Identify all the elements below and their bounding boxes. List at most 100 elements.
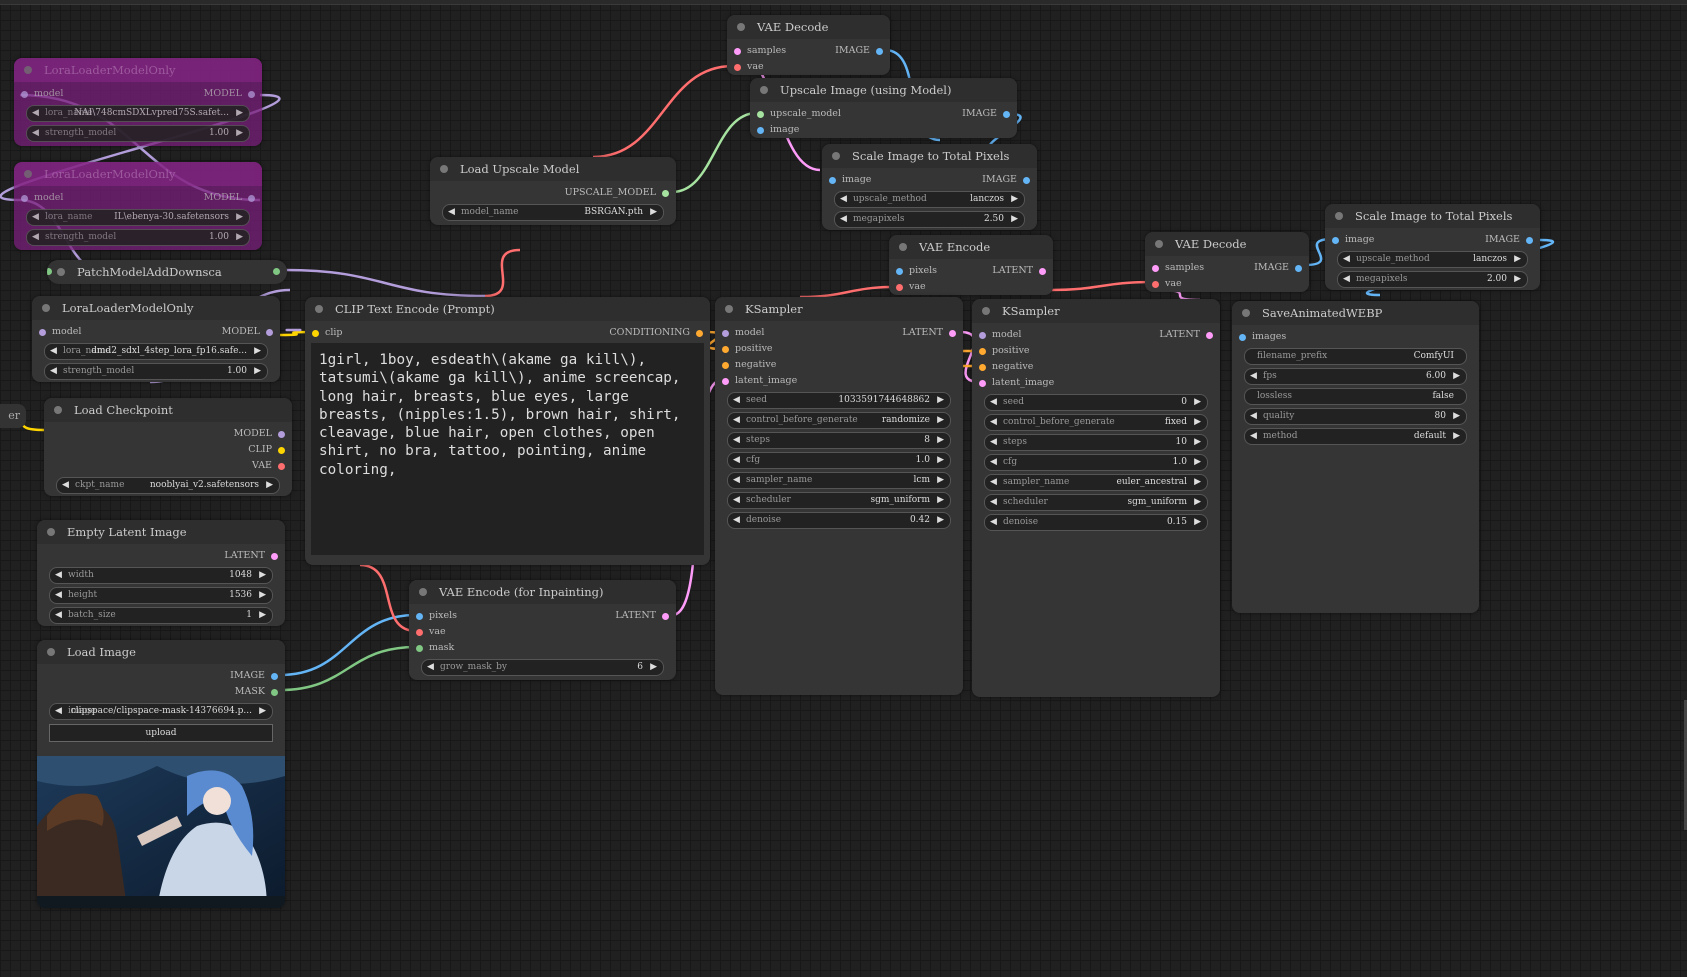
decrement-arrow-icon[interactable]: ◀ (32, 126, 39, 141)
input-socket-image[interactable] (829, 177, 836, 184)
node-upimg[interactable]: Upscale Image (using Model) upscale_model… (750, 78, 1017, 138)
output-socket-conditioning[interactable] (696, 330, 703, 337)
input-socket-model[interactable] (979, 332, 986, 339)
collapse-toggle-icon[interactable] (57, 268, 65, 276)
widget-denoise[interactable]: ◀ ▶ denoise 0.15 (984, 514, 1208, 531)
increment-arrow-icon[interactable]: ▶ (259, 608, 266, 623)
input-socket-vae[interactable] (1152, 281, 1159, 288)
node-lora1[interactable]: LoraLoaderModelOnly model MODEL ◀ ▶ lora_name… (14, 58, 262, 146)
increment-arrow-icon[interactable]: ▶ (236, 230, 243, 245)
widget-batch-size[interactable]: ◀ ▶ batch_size 1 (49, 607, 273, 624)
decrement-arrow-icon[interactable]: ◀ (448, 205, 455, 220)
input-socket-vae[interactable] (416, 629, 423, 636)
decrement-arrow-icon[interactable]: ◀ (427, 660, 434, 675)
node-vaedec2[interactable]: VAE Decode samples IMAGE vae (1145, 232, 1309, 292)
input-socket-vae[interactable] (734, 64, 741, 71)
increment-arrow-icon[interactable]: ▶ (236, 126, 243, 141)
upload-button[interactable]: upload (49, 724, 273, 742)
decrement-arrow-icon[interactable]: ◀ (1343, 252, 1350, 267)
decrement-arrow-icon[interactable]: ◀ (990, 395, 997, 410)
widget-seed[interactable]: ◀ ▶ seed 1033591744648862 (727, 392, 951, 409)
decrement-arrow-icon[interactable]: ◀ (990, 435, 997, 450)
output-socket[interactable] (273, 268, 280, 275)
widget-model-name[interactable]: ◀ ▶ model_name BSRGAN.pth (442, 204, 664, 221)
input-socket-negative[interactable] (722, 362, 729, 369)
node-loadimg[interactable]: Load Image IMAGE MASK ◀ ▶ image clipspace/clip… (37, 640, 285, 908)
widget-cfg[interactable]: ◀ ▶ cfg 1.0 (984, 454, 1208, 471)
widget-height[interactable]: ◀ ▶ height 1536 (49, 587, 273, 604)
collapse-toggle-icon[interactable] (1242, 309, 1250, 317)
increment-arrow-icon[interactable]: ▶ (1514, 252, 1521, 267)
decrement-arrow-icon[interactable]: ◀ (50, 344, 57, 359)
increment-arrow-icon[interactable]: ▶ (1011, 192, 1018, 207)
node-title[interactable]: Scale Image to Total Pixels (822, 144, 1037, 168)
node-lora2[interactable]: LoraLoaderModelOnly model MODEL ◀ ▶ lora_name… (14, 162, 262, 250)
node-ckpt[interactable]: Load Checkpoint MODEL CLIP VAE ◀ ▶ ckpt_name no… (44, 398, 292, 496)
increment-arrow-icon[interactable]: ▶ (937, 393, 944, 408)
decrement-arrow-icon[interactable]: ◀ (733, 393, 740, 408)
increment-arrow-icon[interactable]: ▶ (1194, 515, 1201, 530)
decrement-arrow-icon[interactable]: ◀ (55, 608, 62, 623)
increment-arrow-icon[interactable]: ▶ (1453, 369, 1460, 384)
decrement-arrow-icon[interactable]: ◀ (50, 364, 57, 379)
decrement-arrow-icon[interactable]: ◀ (1250, 369, 1257, 384)
increment-arrow-icon[interactable]: ▶ (937, 493, 944, 508)
collapse-toggle-icon[interactable] (315, 305, 323, 313)
increment-arrow-icon[interactable]: ▶ (1514, 272, 1521, 287)
decrement-arrow-icon[interactable]: ◀ (990, 515, 997, 530)
node-title[interactable]: LoraLoaderModelOnly (14, 162, 262, 186)
input-socket-model[interactable] (39, 329, 46, 336)
node-title[interactable]: Empty Latent Image (37, 520, 285, 544)
increment-arrow-icon[interactable]: ▶ (236, 106, 243, 121)
decrement-arrow-icon[interactable]: ◀ (990, 475, 997, 490)
input-socket-positive[interactable] (722, 346, 729, 353)
widget-megapixels[interactable]: ◀ ▶ megapixels 2.50 (834, 211, 1025, 228)
widget-lora-name[interactable]: ◀ ▶ lora_name dmd2_sdxl_4step_lora_fp16.saf… (44, 343, 268, 360)
widget-strength-model[interactable]: ◀ ▶ strength_model 1.00 (26, 229, 250, 246)
widget-strength-model[interactable]: ◀ ▶ strength_model 1.00 (26, 125, 250, 142)
widget-width[interactable]: ◀ ▶ width 1048 (49, 567, 273, 584)
collapse-toggle-icon[interactable] (899, 243, 907, 251)
node-title[interactable]: CLIP Text Encode (Prompt) (305, 297, 710, 321)
node-title[interactable]: KSampler (715, 297, 963, 321)
input-socket-positive[interactable] (979, 348, 986, 355)
collapse-toggle-icon[interactable] (737, 23, 745, 31)
node-scale2[interactable]: Scale Image to Total Pixels image IMAGE ◀ ▶ u… (1325, 204, 1540, 290)
widget-quality[interactable]: ◀ ▶ quality 80 (1244, 408, 1467, 425)
decrement-arrow-icon[interactable]: ◀ (1250, 409, 1257, 424)
collapse-toggle-icon[interactable] (440, 165, 448, 173)
output-socket-model[interactable] (248, 195, 255, 202)
node-clip[interactable]: CLIP Text Encode (Prompt) clip CONDITIONIN… (305, 297, 710, 565)
widget-filename-prefix[interactable]: filename_prefix ComfyUI (1244, 348, 1467, 365)
decrement-arrow-icon[interactable]: ◀ (733, 433, 740, 448)
output-socket-image[interactable] (1023, 177, 1030, 184)
collapse-toggle-icon[interactable] (24, 66, 32, 74)
output-socket-image[interactable] (1003, 111, 1010, 118)
node-title[interactable]: Upscale Image (using Model) (750, 78, 1017, 102)
increment-arrow-icon[interactable]: ▶ (937, 453, 944, 468)
node-title[interactable]: LoraLoaderModelOnly (32, 296, 280, 320)
increment-arrow-icon[interactable]: ▶ (650, 660, 657, 675)
input-socket-negative[interactable] (979, 364, 986, 371)
decrement-arrow-icon[interactable]: ◀ (32, 230, 39, 245)
widget-scheduler[interactable]: ◀ ▶ scheduler sgm_uniform (727, 492, 951, 509)
decrement-arrow-icon[interactable]: ◀ (840, 212, 847, 227)
increment-arrow-icon[interactable]: ▶ (1453, 429, 1460, 444)
input-socket-mask[interactable] (416, 645, 423, 652)
node-latent[interactable]: Empty Latent Image LATENT ◀ ▶ width 1048 ◀ ▶ hei… (37, 520, 285, 626)
collapse-toggle-icon[interactable] (832, 152, 840, 160)
partial-node-offscreen[interactable]: er (0, 404, 26, 428)
input-socket-image[interactable] (757, 127, 764, 134)
increment-arrow-icon[interactable]: ▶ (937, 413, 944, 428)
increment-arrow-icon[interactable]: ▶ (937, 513, 944, 528)
node-scale1[interactable]: Scale Image to Total Pixels image IMAGE ◀ ▶ u… (822, 144, 1037, 230)
node-upmodel[interactable]: Load Upscale Model UPSCALE_MODEL ◀ ▶ model_n… (430, 157, 676, 225)
node-title[interactable]: VAE Decode (1145, 232, 1309, 256)
input-socket-latent_image[interactable] (722, 378, 729, 385)
input-socket-vae[interactable] (896, 284, 903, 291)
input-socket-pixels[interactable] (896, 268, 903, 275)
output-socket-upscale_model[interactable] (662, 190, 669, 197)
node-title[interactable]: KSampler (972, 299, 1220, 323)
output-socket-image[interactable] (876, 48, 883, 55)
increment-arrow-icon[interactable]: ▶ (1453, 409, 1460, 424)
